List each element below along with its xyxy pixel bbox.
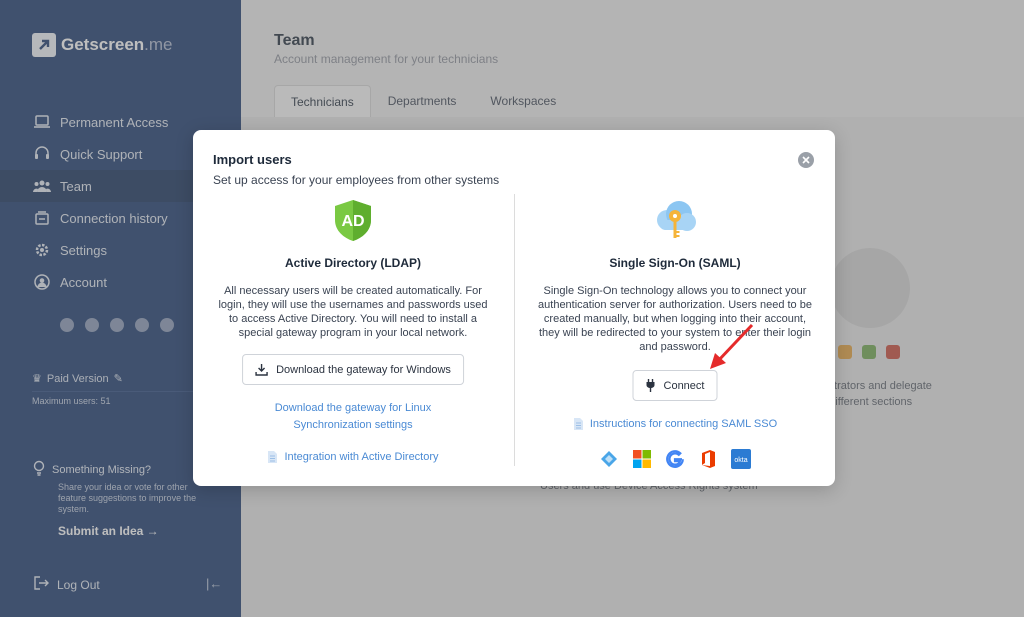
download-windows-gateway-button[interactable]: Download the gateway for Windows [242,354,464,385]
connect-button[interactable]: Connect [632,370,718,401]
red-arrow-annotation [710,323,754,369]
ad-integration-docs-link[interactable]: Integration with Active Directory [203,450,503,464]
download-icon [255,364,268,376]
saml-instructions-link[interactable]: Instructions for connecting SAML SSO [525,417,825,431]
microsoft-icon [632,449,652,469]
document-icon [268,451,278,463]
close-icon [802,156,810,164]
ldap-title: Active Directory (LDAP) [284,256,422,270]
svg-text:AD: AD [341,213,364,230]
saml-description: Single Sign-On technology allows you to … [538,285,812,353]
ldap-description: All necessary users will be created auto… [218,285,488,339]
office-icon [698,449,718,469]
saml-providers: okta [599,449,751,469]
modal-title: Import users [213,152,292,167]
modal-subtitle: Set up access for your employees from ot… [213,173,500,187]
svg-text:okta: okta [734,457,747,464]
download-linux-gateway-link[interactable]: Download the gateway for Linux [203,402,503,414]
import-users-modal: Import users Set up access for your empl… [193,130,835,486]
synchronization-settings-link[interactable]: Synchronization settings [203,419,503,431]
azure-icon [599,449,619,469]
saml-title: Single Sign-On (SAML) [609,256,741,270]
close-button[interactable] [798,152,814,168]
document-icon [573,418,583,430]
column-divider [514,194,515,466]
cloud-key-icon [652,198,698,249]
active-directory-icon: AD [332,198,374,247]
plug-icon [646,379,655,392]
google-icon [665,449,685,469]
okta-icon: okta [731,449,751,469]
